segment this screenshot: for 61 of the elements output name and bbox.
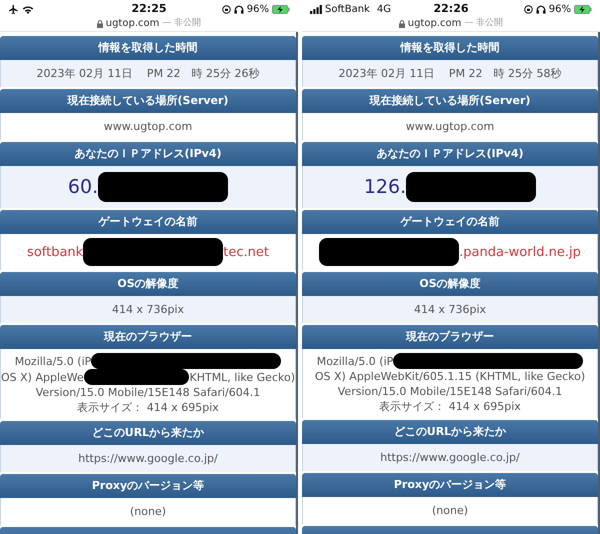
- airplane-icon: [8, 4, 19, 15]
- section-header: どこのURLから来たか: [302, 420, 598, 444]
- value-text: 表示サイズ： 414 x 695pix: [379, 399, 521, 414]
- status-time: 22:25: [131, 1, 166, 18]
- section-header: 現在接続している場所(Server): [302, 89, 598, 113]
- value-text: Mozilla/5.0 (iP: [316, 354, 394, 368]
- value-text: tec.net: [223, 244, 269, 260]
- value-text: 60.: [68, 180, 98, 194]
- section-header: Proxyのバージョン等: [302, 473, 598, 497]
- value-text: 414 x 736pix: [414, 302, 486, 317]
- battery-charging-icon: [272, 5, 290, 14]
- section-header: 現在のブラウザー: [302, 325, 598, 349]
- lock-icon: [96, 20, 103, 28]
- value-text: (none): [130, 504, 166, 519]
- value-text: OS X) AppleWebKit/605.1.15 (KHTML, like Gecko): [314, 369, 586, 384]
- value-text: Mozilla/5.0 (iP: [14, 354, 92, 368]
- carrier-text: 4G: [376, 3, 391, 17]
- section-header: 情報を取得した時間: [0, 36, 296, 60]
- section-header: Proxyのバージョン等: [0, 474, 296, 498]
- section-header: OSの解像度: [0, 272, 296, 296]
- value-text: .panda-world.ne.jp: [459, 244, 581, 260]
- section-header: 現在接続している場所(Server): [0, 89, 296, 113]
- value-text: Version/15.0 Mobile/15E148 Safari/604.1: [338, 384, 562, 399]
- section-header: 現在のブラウザー: [0, 325, 296, 349]
- battery-percent: 96%: [548, 3, 571, 17]
- section-header: ゲートウェイの名前: [0, 210, 296, 234]
- value-text: softbank: [27, 244, 84, 260]
- section-header: あなたのＩＰアドレス(IPv4): [0, 142, 296, 166]
- address-domain: ugtop.com: [408, 17, 462, 31]
- value-text: OS X) AppleWe: [1, 370, 84, 384]
- address-domain: ugtop.com: [106, 17, 160, 31]
- value-text: www.ugtop.com: [104, 119, 192, 134]
- signal-icon: [310, 5, 322, 14]
- value-text: Version/15.0 Mobile/15E148 Safari/604.1: [36, 385, 260, 400]
- value-text: https://www.google.co.jp/: [380, 450, 520, 465]
- status-time: 22:26: [433, 1, 468, 18]
- address-note: — 非公開: [464, 16, 504, 30]
- headphones-icon: [234, 5, 244, 14]
- value-text: (none): [432, 503, 468, 518]
- value-text: 126.: [364, 180, 406, 194]
- carrier-text: SoftBank: [325, 3, 370, 17]
- lock-icon: [398, 20, 405, 28]
- value-text: 表示サイズ： 414 x 695pix: [77, 400, 219, 415]
- headphones-icon: [536, 5, 546, 14]
- value-text: 2023年 02月 11日 PM 22 時 25分 58秒: [338, 66, 562, 81]
- value-text: KHTML, like Gecko): [189, 370, 295, 384]
- battery-charging-icon: [574, 5, 592, 14]
- section-header: 情報を取得した時間: [302, 36, 598, 60]
- orientation-lock-icon: [222, 5, 231, 14]
- value-text: 2023年 02月 11日 PM 22 時 25分 26秒: [36, 66, 260, 81]
- value-text: www.ugtop.com: [406, 119, 494, 134]
- section-header: あなたのＩＰアドレス(IPv4): [302, 142, 598, 166]
- section-header: どこのURLから来たか: [0, 421, 296, 445]
- orientation-lock-icon: [524, 5, 533, 14]
- value-text: https://www.google.co.jp/: [78, 451, 218, 466]
- battery-percent: 96%: [246, 3, 269, 17]
- section-header: ゲートウェイの名前: [302, 210, 598, 234]
- wifi-icon: [22, 4, 34, 14]
- value-text: 414 x 736pix: [112, 302, 184, 317]
- section-header: OSの解像度: [302, 272, 598, 296]
- address-note: — 非公開: [162, 16, 202, 30]
